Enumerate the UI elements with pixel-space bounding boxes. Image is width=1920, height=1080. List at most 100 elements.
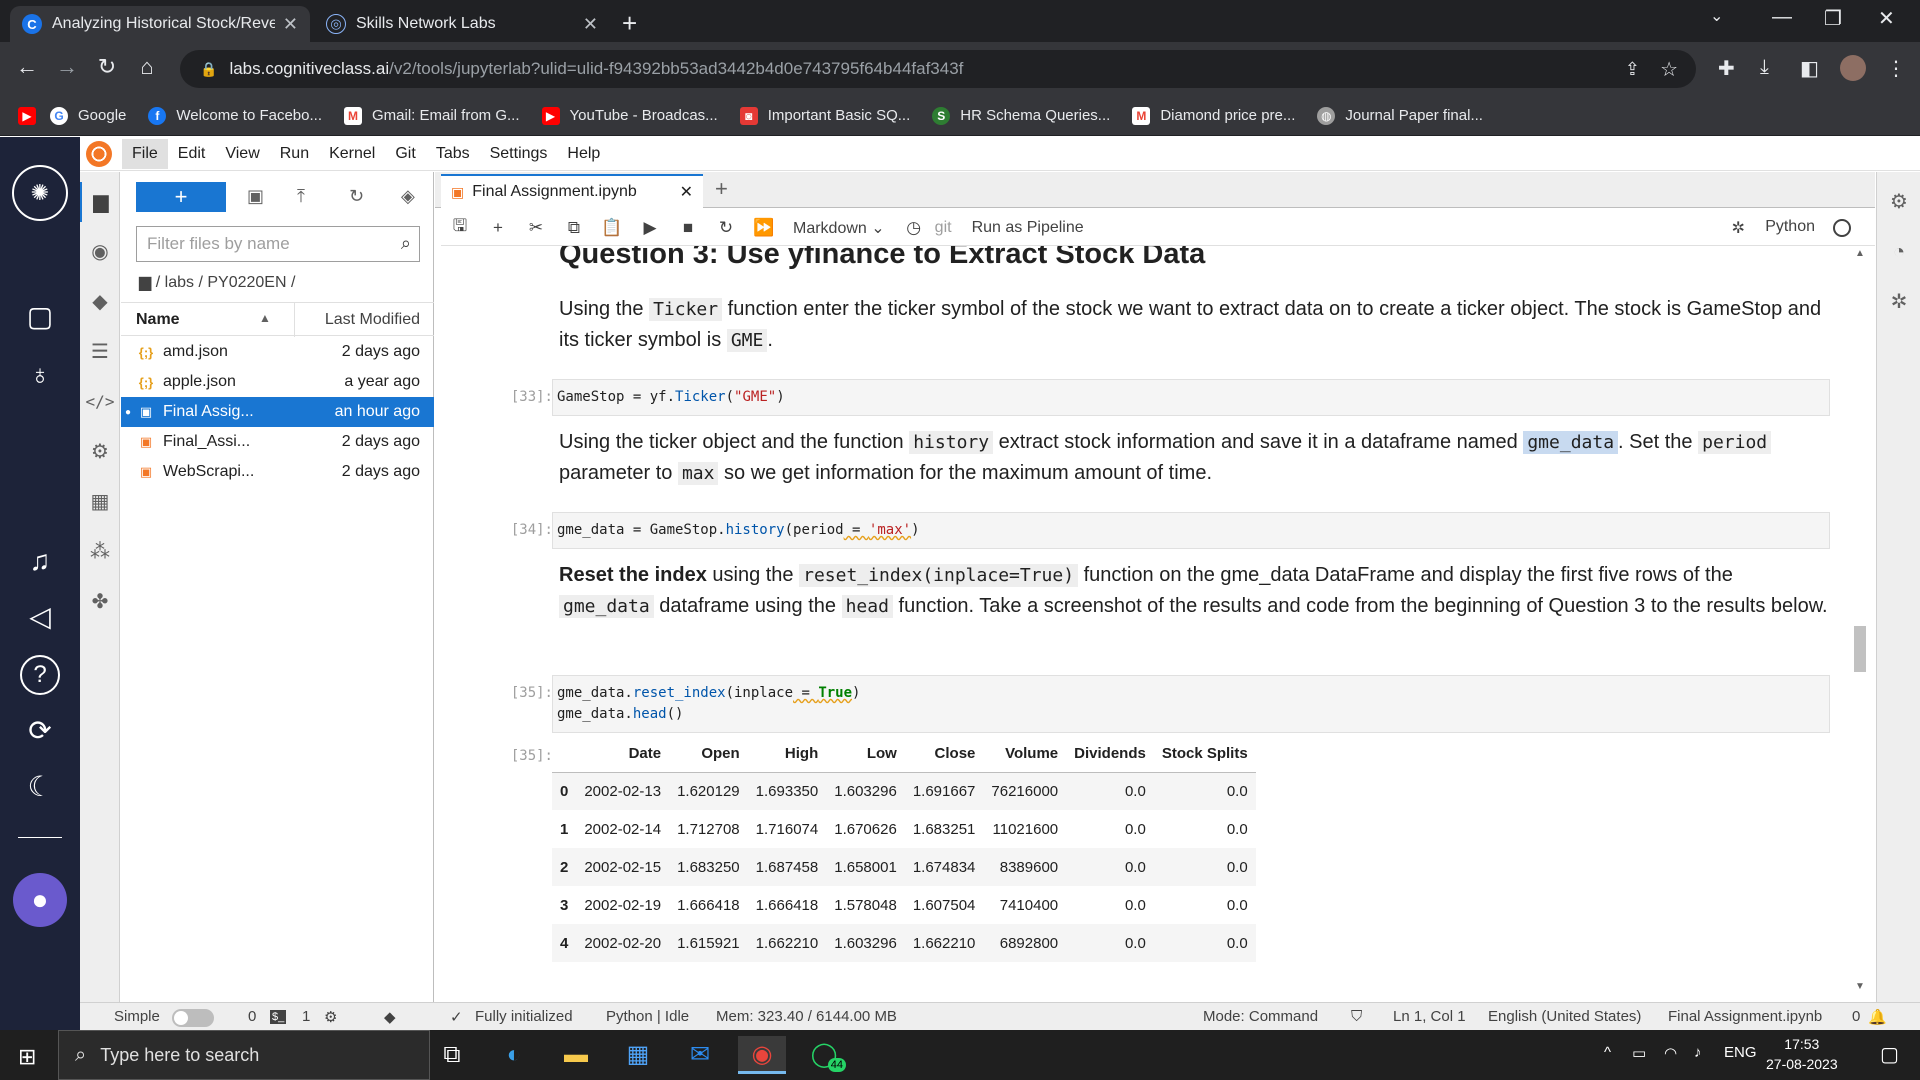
code-cell[interactable]: GameStop = yf.Ticker("GME") xyxy=(552,379,1830,416)
microsoft-store-icon[interactable]: ▦ xyxy=(614,1036,662,1074)
bookmark-sql[interactable]: ◙ Important Basic SQ... xyxy=(739,106,910,125)
back-icon[interactable]: ← xyxy=(12,54,42,80)
copy-icon[interactable]: ⧉ xyxy=(555,218,593,238)
refresh-icon[interactable]: ↻ xyxy=(349,186,364,207)
browser-tab-analyzing[interactable]: C Analyzing Historical Stock/Reven ✕ xyxy=(10,6,310,42)
add-tab-button[interactable]: + xyxy=(715,176,728,202)
bookmark-youtube-broadcast[interactable]: ▶ YouTube - Broadcas... xyxy=(541,106,718,125)
run-as-pipeline-button[interactable]: Run as Pipeline xyxy=(972,219,1084,237)
notebook-scrollbar[interactable]: ▲ ▼ xyxy=(1852,248,1868,992)
menu-tabs[interactable]: Tabs xyxy=(426,139,480,169)
menu-settings[interactable]: Settings xyxy=(480,139,558,169)
puzzle-icon[interactable]: ✤ xyxy=(80,582,120,622)
git-icon[interactable]: ◆ xyxy=(80,282,120,322)
profile-avatar[interactable] xyxy=(1840,55,1866,81)
menu-git[interactable]: Git xyxy=(385,139,425,169)
notebook-tab[interactable]: ▣ Final Assignment.ipynb ✕ xyxy=(441,174,703,208)
kernel-state[interactable]: Python | Idle xyxy=(606,1008,689,1025)
restart-icon[interactable]: ↻ xyxy=(707,218,745,238)
minimize-icon[interactable]: — xyxy=(1772,6,1792,29)
system-clock[interactable]: 17:53 27-08-2023 xyxy=(1766,1034,1838,1074)
code-snippets-icon[interactable]: </> xyxy=(80,382,120,422)
bookmark-gmail[interactable]: M Gmail: Email from G... xyxy=(344,106,520,125)
extensions-icon[interactable]: ✚ xyxy=(1718,56,1735,81)
bookmark-facebook[interactable]: f Welcome to Facebo... xyxy=(148,106,322,125)
kernel-name[interactable]: Python xyxy=(1765,218,1815,236)
tab-search-icon[interactable]: ⌄ xyxy=(1710,6,1723,26)
browser-tab-skills[interactable]: ◎ Skills Network Labs ✕ xyxy=(314,6,610,42)
property-inspector-gear-icon[interactable]: ⚙ xyxy=(1879,182,1919,222)
folder-icon[interactable]: ▆ xyxy=(80,182,120,222)
chrome-icon[interactable]: ◉ xyxy=(738,1036,786,1074)
file-row[interactable]: {;} apple.json a year ago xyxy=(121,367,434,397)
forward-icon[interactable]: → xyxy=(52,54,82,80)
paste-icon[interactable]: 📋 xyxy=(593,218,631,238)
side-panel-icon[interactable]: ◧ xyxy=(1800,56,1819,81)
git-clone-icon[interactable]: ◈ xyxy=(401,186,415,207)
file-row[interactable]: ▣ WebScrapi... 2 days ago xyxy=(121,457,434,487)
mail-icon[interactable]: ✉ xyxy=(676,1036,724,1074)
terminal-icon[interactable]: $_ xyxy=(270,1010,287,1024)
scroll-down-icon[interactable]: ▼ xyxy=(1855,981,1865,992)
bookmark-youtube[interactable]: ▶ xyxy=(18,106,36,125)
kernel-gear-icon[interactable]: ⚙ xyxy=(324,1008,337,1026)
commands-icon[interactable]: ▦ xyxy=(80,482,120,522)
menu-edit[interactable]: Edit xyxy=(168,139,216,169)
battery-icon[interactable]: ▭ xyxy=(1632,1044,1646,1062)
run-all-icon[interactable]: ⏩ xyxy=(745,218,783,238)
code-cell[interactable]: gme_data.reset_index(inplace = True) gme… xyxy=(552,675,1830,733)
skills-network-logo-icon[interactable]: ✺ xyxy=(12,165,68,221)
markdown-cell[interactable]: Using the ticker object and the function… xyxy=(559,427,1829,489)
task-view-icon[interactable]: ⧉ xyxy=(428,1036,476,1074)
markdown-heading-cell[interactable]: Question 3: Use yfinance to Extract Stoc… xyxy=(559,246,1829,269)
close-tab-icon[interactable]: ✕ xyxy=(583,14,598,35)
volume-icon[interactable]: ♪ xyxy=(1694,1044,1702,1061)
new-folder-icon[interactable]: ▣ xyxy=(247,186,264,207)
clock-icon[interactable]: ◷ xyxy=(895,218,933,238)
restore-icon[interactable]: ❐ xyxy=(1824,6,1842,31)
edge-icon[interactable]: ◐ xyxy=(490,1036,538,1074)
notification-bell-icon[interactable]: 🔔 xyxy=(1868,1008,1887,1026)
close-tab-icon[interactable]: ✕ xyxy=(283,14,298,35)
file-row[interactable]: {;} amd.json 2 days ago xyxy=(121,337,434,367)
menu-kernel[interactable]: Kernel xyxy=(319,139,385,169)
save-icon[interactable]: 🖫 xyxy=(441,213,479,242)
download-icon[interactable]: ⤓ xyxy=(1760,56,1769,79)
bookmark-google[interactable]: G Google xyxy=(50,106,126,125)
column-name[interactable]: Name xyxy=(136,311,180,329)
running-kernels-icon[interactable]: ◉ xyxy=(80,232,120,272)
run-icon[interactable]: ▶ xyxy=(631,218,669,238)
close-window-icon[interactable]: ✕ xyxy=(1878,6,1895,31)
taskbar-search-box[interactable]: ⌕ Type here to search xyxy=(58,1030,430,1080)
spellcheck-language[interactable]: English (United States) xyxy=(1488,1008,1641,1025)
property-inspector-icon[interactable]: ⚙ xyxy=(80,432,120,472)
bookmark-star-icon[interactable]: ☆ xyxy=(1660,57,1678,82)
git-label[interactable]: git xyxy=(935,219,952,237)
megaphone-icon[interactable]: ◁ xyxy=(20,597,60,637)
extension-manager-icon[interactable]: ⁂ xyxy=(80,532,120,572)
cell-type-select[interactable]: Markdown ⌄ xyxy=(793,218,885,238)
trusted-shield-icon[interactable]: ⛉ xyxy=(1351,1008,1362,1025)
bookmark-diamond[interactable]: M Diamond price pre... xyxy=(1132,106,1295,125)
debugger-bug-icon[interactable]: ✲ xyxy=(1732,218,1745,238)
share-icon[interactable]: ⇪ xyxy=(1625,59,1640,80)
user-avatar-icon[interactable]: ● xyxy=(13,873,67,927)
wifi-icon[interactable]: ◠ xyxy=(1664,1044,1677,1062)
notifications-icon[interactable]: ▢ xyxy=(1880,1042,1899,1067)
chrome-menu-icon[interactable]: ⋮ xyxy=(1886,56,1906,81)
lightbulb-icon[interactable]: ♁ xyxy=(20,355,60,395)
windows-start-icon[interactable]: ⊞ xyxy=(18,1044,36,1070)
markdown-cell[interactable]: Using the Ticker function enter the tick… xyxy=(559,294,1829,356)
menu-run[interactable]: Run xyxy=(270,139,319,169)
scroll-thumb[interactable] xyxy=(1854,626,1866,672)
moon-icon[interactable]: ☾ xyxy=(20,767,60,807)
stop-icon[interactable]: ■ xyxy=(669,218,707,238)
cursor-position[interactable]: Ln 1, Col 1 xyxy=(1393,1008,1466,1025)
code-cell[interactable]: gme_data = GameStop.history(period = 'ma… xyxy=(552,512,1830,549)
breadcrumb[interactable]: ▆ / labs / PY0220EN / xyxy=(139,272,295,292)
new-launcher-button[interactable]: + xyxy=(136,182,226,212)
menu-view[interactable]: View xyxy=(215,139,269,169)
whatsapp-icon[interactable]: ◯ 44 xyxy=(800,1036,848,1074)
upload-icon[interactable]: ⤒ xyxy=(297,186,305,207)
scroll-up-icon[interactable]: ▲ xyxy=(1855,248,1865,259)
